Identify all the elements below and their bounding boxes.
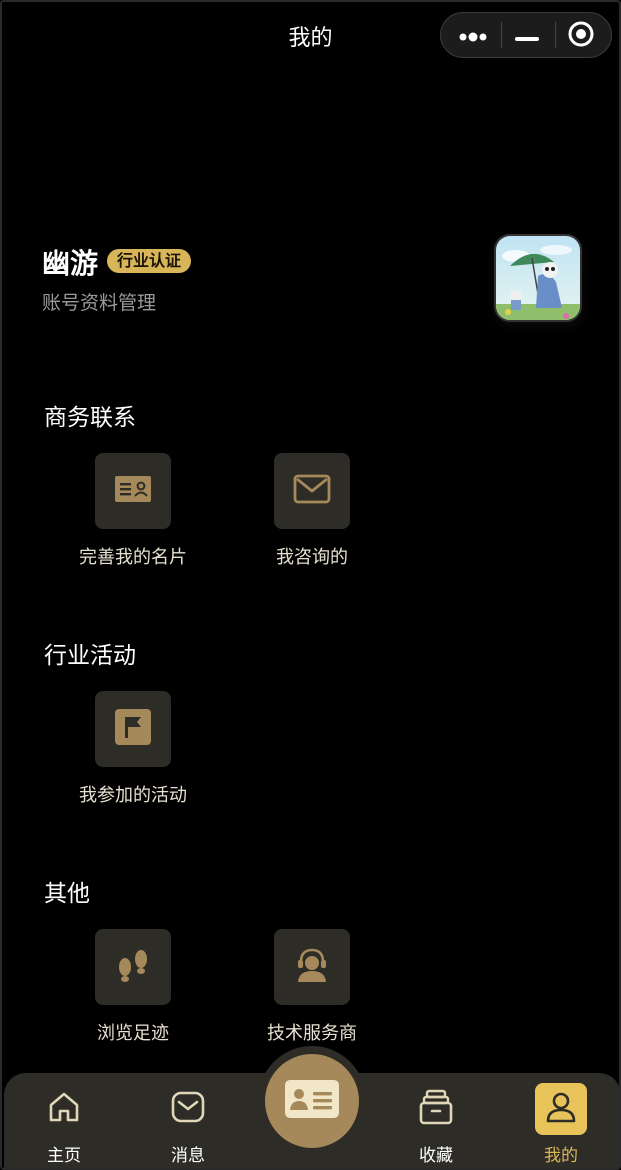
message-icon — [170, 1090, 206, 1128]
home-icon — [47, 1090, 81, 1128]
section-title-activity: 行业活动 — [44, 643, 136, 669]
verification-badge: 行业认证 — [107, 249, 192, 273]
minimize-button[interactable] — [499, 13, 555, 59]
tab-label: 我的 — [544, 1146, 578, 1166]
tile-label: 浏览足迹 — [97, 1023, 169, 1044]
more-button[interactable] — [445, 13, 501, 59]
tile-browse-history[interactable]: 浏览足迹 — [68, 929, 198, 1045]
tab-messages[interactable]: 消息 — [148, 1081, 228, 1166]
minimize-icon — [515, 27, 539, 46]
tile-label: 完善我的名片 — [79, 547, 187, 568]
headset-agent-icon — [293, 946, 331, 988]
mini-program-capsule — [440, 12, 612, 58]
section-title-business: 商务联系 — [44, 405, 136, 431]
center-business-card-button[interactable] — [265, 1054, 359, 1148]
user-name: 幽游 — [42, 247, 99, 280]
tile-my-inquiries[interactable]: 我咨询的 — [247, 453, 377, 569]
user-icon — [544, 1090, 578, 1128]
tile-business-card[interactable]: 完善我的名片 — [68, 453, 198, 569]
tab-label: 消息 — [171, 1146, 205, 1166]
business-card-icon — [284, 1079, 340, 1123]
flag-icon — [114, 708, 152, 750]
tile-tech-providers[interactable]: 技术服务商 — [247, 929, 377, 1045]
tab-label: 主页 — [47, 1146, 81, 1166]
more-dots-icon — [458, 27, 488, 46]
archive-box-icon — [418, 1088, 454, 1130]
tab-favorites[interactable]: 收藏 — [396, 1081, 476, 1166]
id-card-icon — [114, 475, 152, 507]
tile-label: 我参加的活动 — [79, 785, 187, 806]
close-button[interactable] — [553, 13, 609, 59]
mail-icon — [293, 474, 331, 508]
tile-my-activities[interactable]: 我参加的活动 — [68, 691, 198, 807]
avatar[interactable] — [494, 234, 582, 322]
tile-label: 我咨询的 — [276, 547, 348, 568]
account-settings-link[interactable]: 账号资料管理 — [42, 288, 156, 315]
tab-mine[interactable]: 我的 — [521, 1081, 601, 1166]
target-circle-icon — [567, 20, 595, 52]
tile-label: 技术服务商 — [267, 1023, 357, 1044]
tab-home[interactable]: 主页 — [24, 1081, 104, 1166]
footprints-icon — [114, 947, 152, 987]
section-title-other: 其他 — [44, 881, 90, 907]
app-window: 我的 幽游 行业认证 账号资料管理 商务联系 完善我的名片 我咨询的 行业活动 … — [0, 0, 621, 1170]
tab-label: 收藏 — [419, 1146, 453, 1166]
